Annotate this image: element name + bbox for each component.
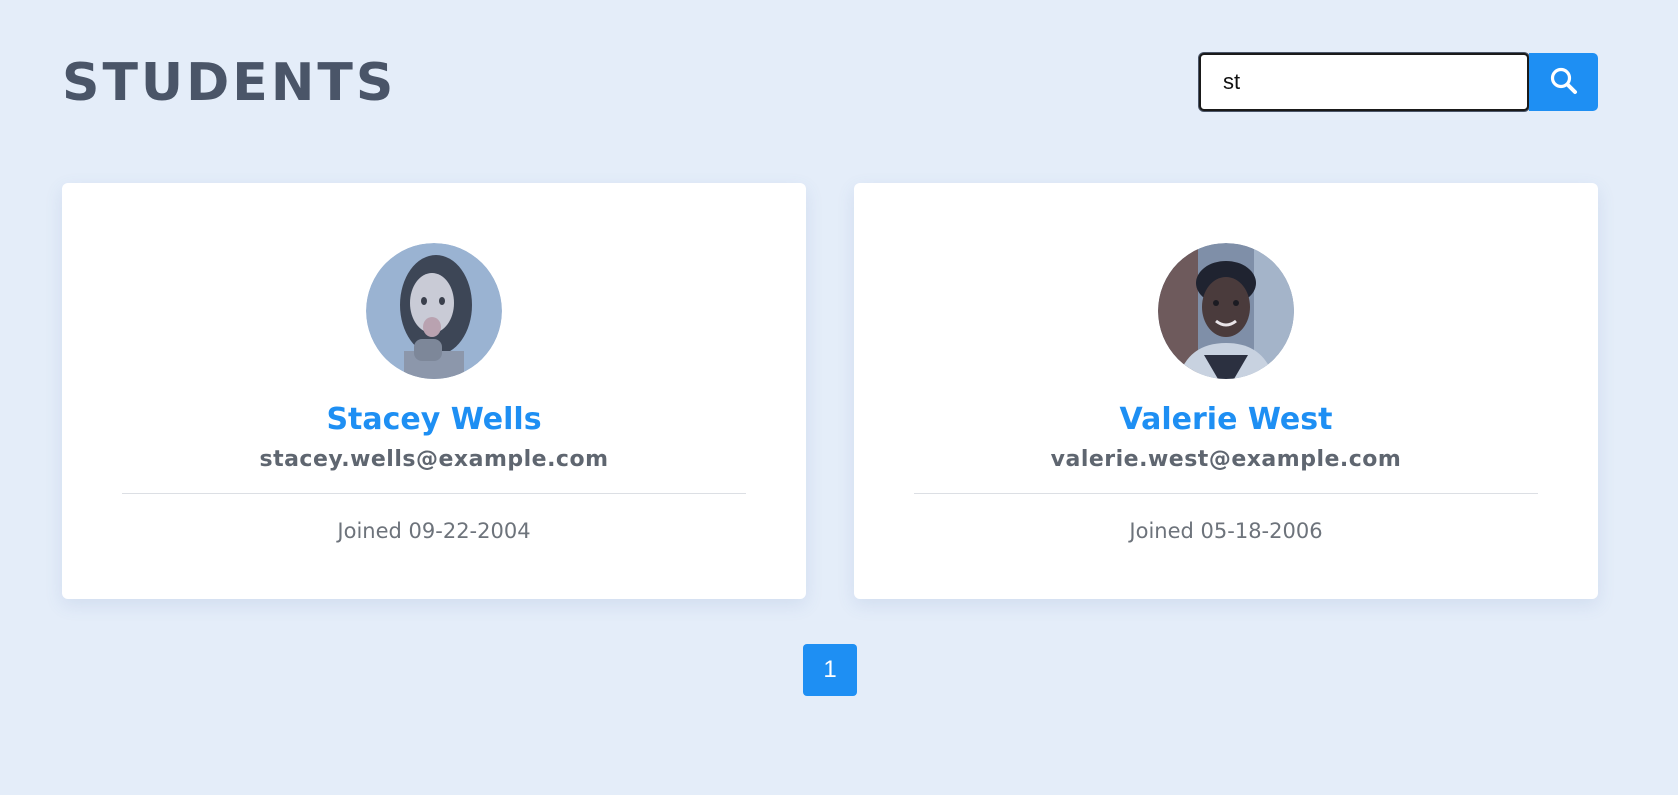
- card-divider: [914, 493, 1538, 494]
- students-page: STUDENTS st Stacey Wells stacey.wells@ex…: [0, 0, 1678, 795]
- avatar: [1158, 243, 1294, 379]
- pagination: 1: [803, 644, 857, 696]
- search-input[interactable]: [1199, 53, 1529, 111]
- page-button-1[interactable]: 1: [803, 644, 857, 696]
- search-icon: [1548, 65, 1580, 100]
- student-card: Stacey Wells stacey.wells@example.com Jo…: [62, 183, 806, 599]
- search-button[interactable]: [1529, 53, 1598, 111]
- student-email: valerie.west@example.com: [1050, 447, 1402, 472]
- avatar: [366, 243, 502, 379]
- student-email: stacey.wells@example.com: [259, 447, 609, 472]
- joined-date: Joined 05-18-2006: [1129, 519, 1323, 543]
- student-name[interactable]: Valerie West: [1120, 401, 1333, 439]
- student-card-list: Stacey Wells stacey.wells@example.com Jo…: [62, 183, 1598, 599]
- page-title: STUDENTS: [62, 53, 397, 113]
- student-card: Valerie West valerie.west@example.com Jo…: [854, 183, 1598, 599]
- student-name[interactable]: Stacey Wells: [326, 401, 541, 439]
- joined-date: Joined 09-22-2004: [337, 519, 531, 543]
- card-divider: [122, 493, 746, 494]
- search-form: [1199, 53, 1598, 111]
